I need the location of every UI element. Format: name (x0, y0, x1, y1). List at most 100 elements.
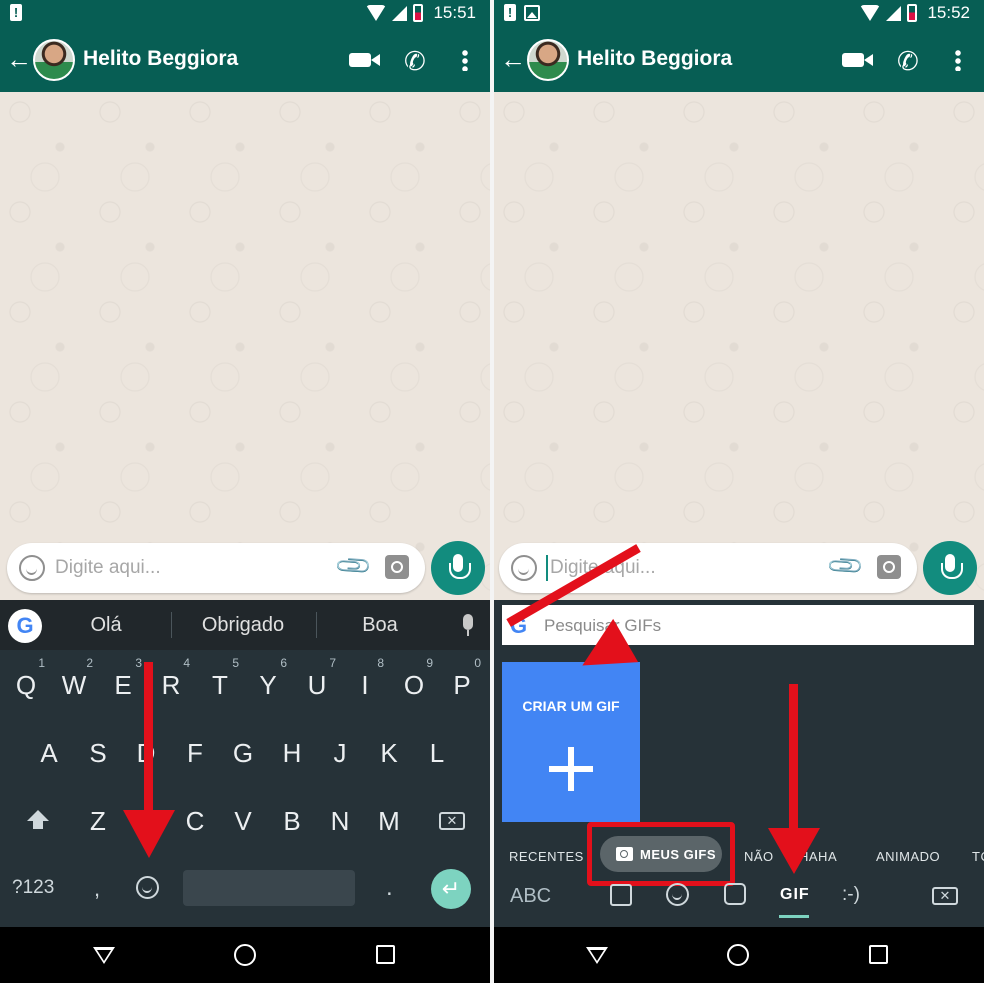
navigation-bar (0, 927, 490, 983)
key-n[interactable]: N (318, 794, 362, 848)
period-key[interactable]: . (386, 874, 393, 902)
key-h[interactable]: H (270, 726, 314, 780)
active-tab-indicator (779, 915, 809, 918)
comma-key[interactable]: , (94, 876, 100, 902)
key-g[interactable]: G (221, 726, 265, 780)
suggestion-2[interactable]: Obrigado (188, 614, 298, 637)
nav-back-icon[interactable] (93, 947, 115, 964)
key-j[interactable]: J (318, 726, 362, 780)
message-input[interactable]: Digite aqui... (55, 557, 161, 579)
keyboard-emoji-icon[interactable] (136, 876, 159, 899)
annotation-arrowhead (768, 828, 820, 874)
attach-icon[interactable]: 📎 (825, 546, 867, 588)
annotation-arrow (144, 662, 153, 822)
text-cursor (546, 555, 548, 581)
video-call-icon[interactable] (349, 53, 380, 67)
google-icon[interactable]: G (8, 609, 42, 643)
nav-home-icon[interactable] (727, 944, 749, 966)
navigation-bar (494, 927, 984, 983)
image-notification-icon (524, 5, 540, 21)
key-o[interactable]: O9 (392, 656, 436, 712)
back-arrow-icon[interactable]: ← (6, 44, 32, 74)
message-input-bar: Digite aqui... 📎 (499, 543, 917, 593)
battery-icon (907, 4, 918, 22)
suggestion-bar: G Olá Obrigado Boa (0, 600, 490, 650)
suggestion-divider (171, 612, 172, 638)
key-e[interactable]: E3 (101, 656, 145, 712)
suggestion-3[interactable]: Boa (325, 614, 435, 637)
key-s[interactable]: S (76, 726, 120, 780)
phone-screen-left: ! 15:51 ← Helito Beggiora ✆ Digite aqui.… (0, 0, 490, 983)
key-a[interactable]: A (27, 726, 71, 780)
backspace-icon[interactable]: ✕ (932, 887, 958, 905)
chat-background (494, 92, 984, 600)
shift-icon[interactable] (27, 810, 49, 829)
key-f[interactable]: F (173, 726, 217, 780)
gif-search-bar[interactable]: G Pesquisar GIFs (502, 605, 974, 645)
category-recentes[interactable]: RECENTES (509, 849, 584, 864)
mic-button[interactable] (923, 541, 977, 595)
tab-abc[interactable]: ABC (510, 885, 551, 908)
key-r[interactable]: R4 (149, 656, 193, 712)
video-call-icon[interactable] (842, 53, 873, 67)
camera-icon[interactable] (877, 555, 901, 579)
key-c[interactable]: C (173, 794, 217, 848)
create-gif-tile[interactable]: CRIAR UM GIF (502, 662, 640, 822)
contact-name[interactable]: Helito Beggiora (577, 47, 732, 71)
chat-background (0, 92, 490, 600)
contact-name[interactable]: Helito Beggiora (83, 47, 238, 71)
status-bar: ! 15:51 (0, 0, 490, 28)
space-bar[interactable] (183, 870, 355, 906)
nav-back-icon[interactable] (586, 947, 608, 964)
avatar[interactable] (33, 39, 75, 81)
sticker-icon[interactable] (610, 884, 632, 906)
nav-home-icon[interactable] (234, 944, 256, 966)
phone-call-icon[interactable]: ✆ (897, 46, 919, 77)
nav-recents-icon[interactable] (869, 945, 888, 964)
nav-recents-icon[interactable] (376, 945, 395, 964)
battery-icon (413, 4, 424, 22)
attach-icon[interactable]: 📎 (333, 546, 375, 588)
backspace-icon[interactable]: ✕ (439, 812, 465, 830)
signal-icon (392, 5, 408, 21)
key-b[interactable]: B (270, 794, 314, 848)
phone-screen-right: ! 15:52 ← Helito Beggiora ✆ Digite aqui.… (494, 0, 984, 983)
more-options-icon[interactable] (462, 49, 468, 71)
gif-categories: RECENTES NÃO HAHA ANIMADO TC (494, 843, 984, 869)
mic-button[interactable] (431, 541, 485, 595)
key-p[interactable]: P0 (440, 656, 484, 712)
key-w[interactable]: W2 (52, 656, 96, 712)
chat-header: ← Helito Beggiora ✆ (494, 28, 984, 92)
key-v[interactable]: V (221, 794, 265, 848)
status-time: 15:51 (433, 3, 476, 22)
key-i[interactable]: I8 (343, 656, 387, 712)
tab-emoticon[interactable]: :-) (842, 884, 860, 906)
key-m[interactable]: M (367, 794, 411, 848)
back-arrow-icon[interactable]: ← (500, 44, 526, 74)
key-k[interactable]: K (367, 726, 411, 780)
camera-icon[interactable] (385, 555, 409, 579)
more-options-icon[interactable] (955, 49, 961, 71)
key-u[interactable]: U7 (295, 656, 339, 712)
key-y[interactable]: Y6 (246, 656, 290, 712)
category-next[interactable]: TC (972, 849, 984, 864)
key-t[interactable]: T5 (198, 656, 242, 712)
tab-gif[interactable]: GIF (780, 886, 810, 904)
emoji-tab-icon[interactable] (666, 883, 689, 906)
annotation-arrow (789, 684, 798, 834)
bitmoji-icon[interactable] (724, 883, 746, 905)
category-animado[interactable]: ANIMADO (876, 849, 940, 864)
annotation-highlight-box (587, 822, 735, 886)
emoji-icon[interactable] (19, 555, 45, 581)
key-q[interactable]: Q1 (4, 656, 48, 712)
suggestion-divider (316, 612, 317, 638)
symbols-key[interactable]: ?123 (12, 877, 54, 899)
avatar[interactable] (527, 39, 569, 81)
enter-icon[interactable]: ↵ (431, 869, 471, 909)
suggestion-1[interactable]: Olá (51, 614, 161, 637)
emoji-icon[interactable] (511, 555, 537, 581)
key-l[interactable]: L (415, 726, 459, 780)
voice-input-icon[interactable] (463, 614, 473, 636)
key-z[interactable]: Z (76, 794, 120, 848)
phone-call-icon[interactable]: ✆ (404, 46, 426, 77)
